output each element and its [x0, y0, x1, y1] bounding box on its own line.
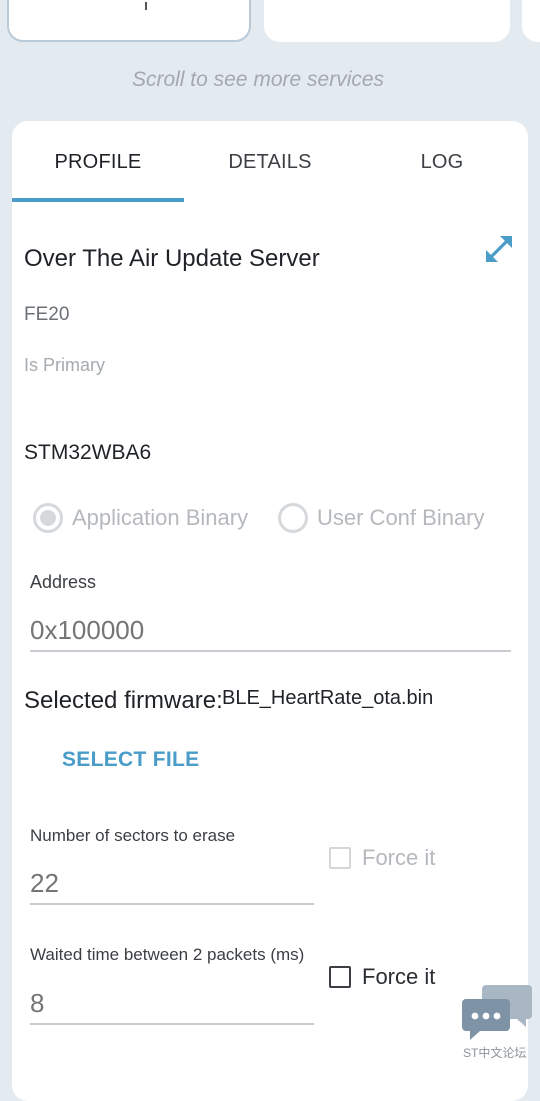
- force-wait-time-checkbox[interactable]: Force it: [329, 964, 435, 990]
- expand-icon[interactable]: [484, 234, 514, 264]
- radio-application-binary-label: Application Binary: [72, 505, 249, 530]
- tab-details[interactable]: DETAILS: [184, 151, 356, 174]
- service-card-mark: [145, 2, 147, 10]
- radio-circle: [33, 503, 63, 533]
- force-sectors-label: Force it: [362, 845, 436, 870]
- watermark: ST中文论坛: [463, 1046, 527, 1060]
- service-card-2[interactable]: [264, 0, 510, 42]
- service-title: Over The Air Update Server: [24, 245, 320, 272]
- service-card-3[interactable]: [522, 0, 540, 42]
- tab-log[interactable]: LOG: [356, 151, 528, 174]
- service-uuid: FE20: [24, 304, 70, 325]
- select-file-button[interactable]: SELECT FILE: [62, 748, 199, 772]
- sectors-to-erase-input[interactable]: [30, 864, 314, 905]
- radio-circle: [278, 503, 308, 533]
- wait-time-label: Waited time between 2 packets (ms): [30, 945, 305, 964]
- is-primary-label: Is Primary: [24, 355, 105, 375]
- checkbox-box: [329, 847, 351, 869]
- radio-user-conf-binary[interactable]: User Conf Binary: [278, 501, 485, 535]
- radio-dot: [40, 510, 56, 526]
- address-input[interactable]: [30, 611, 511, 652]
- selected-firmware-filename: BLE_HeartRate_ota.bin: [222, 687, 434, 709]
- scroll-hint: Scroll to see more services: [131, 68, 385, 91]
- force-sectors-checkbox[interactable]: Force it: [329, 845, 435, 871]
- tab-profile[interactable]: PROFILE: [12, 151, 184, 174]
- wait-time-input[interactable]: [30, 984, 314, 1025]
- selected-firmware-label: Selected firmware:: [24, 687, 223, 714]
- service-card-1[interactable]: [7, 0, 251, 42]
- radio-user-conf-binary-label: User Conf Binary: [317, 505, 485, 530]
- tab-selected-indicator: [12, 198, 184, 202]
- sectors-to-erase-label: Number of sectors to erase: [30, 826, 236, 845]
- force-wait-time-label: Force it: [362, 964, 436, 989]
- service-panel: PROFILE DETAILS LOG Over The Air Update …: [12, 121, 528, 1101]
- checkbox-box: [329, 966, 351, 988]
- address-label: Address: [30, 572, 97, 592]
- chat-bubbles-icon[interactable]: [460, 983, 534, 1043]
- radio-application-binary[interactable]: Application Binary: [33, 501, 248, 535]
- board-name: STM32WBA6: [24, 441, 152, 464]
